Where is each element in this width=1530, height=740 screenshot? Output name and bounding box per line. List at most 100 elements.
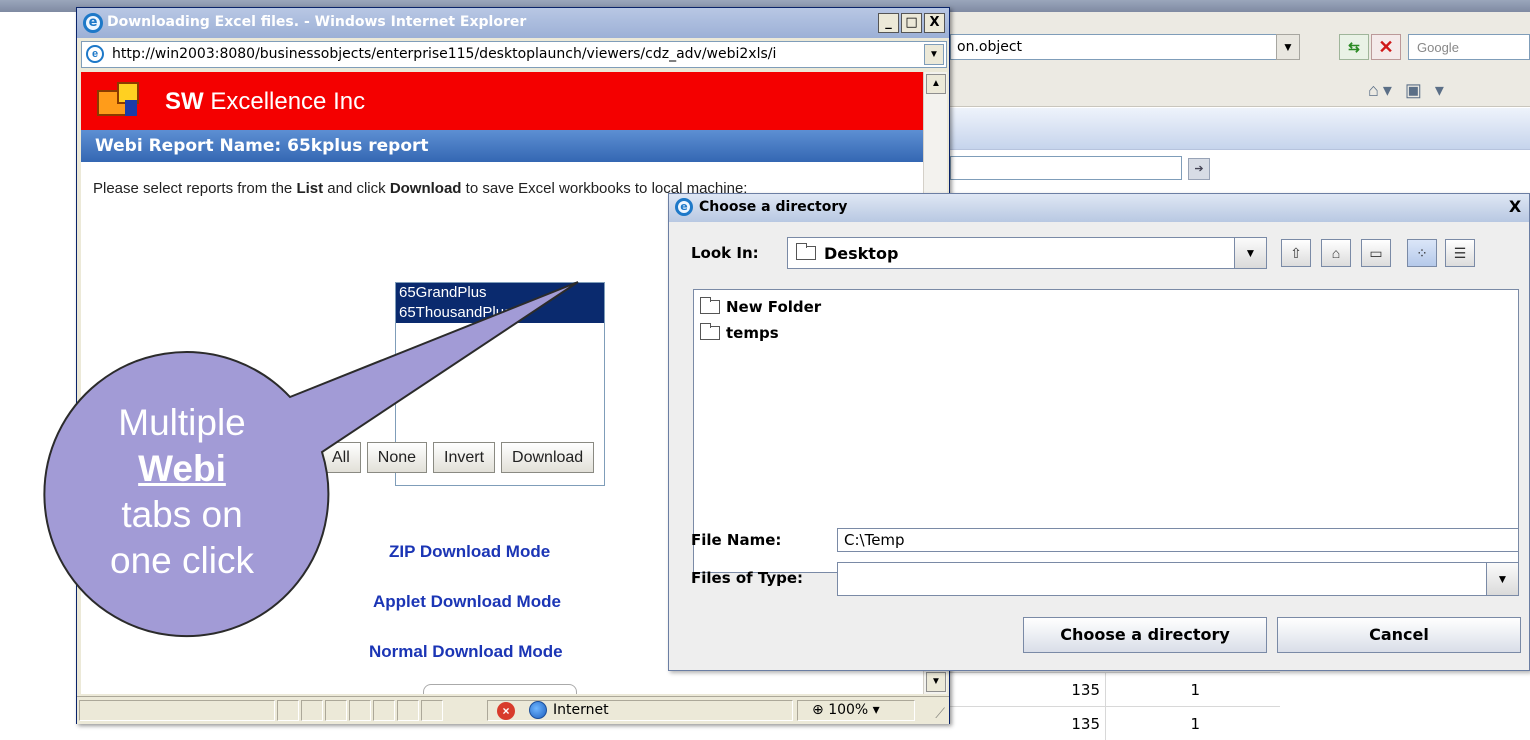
folder-name: temps [726, 324, 779, 342]
look-in-value: Desktop [824, 244, 899, 263]
close-button[interactable]: X [924, 13, 945, 33]
choose-directory-button[interactable]: Choose a directory [1023, 617, 1267, 653]
home-button[interactable]: ⌂ [1321, 239, 1351, 267]
resize-grip-icon[interactable]: ⟋ [935, 705, 945, 722]
zoom-dropdown-icon[interactable]: ▾ [873, 702, 880, 718]
folder-icon [700, 297, 720, 314]
home-icon[interactable]: ⌂ [1368, 80, 1383, 100]
table-cell: 1 [1190, 681, 1200, 699]
feeds-icon[interactable]: ▾ ▣ ▾ [1383, 80, 1448, 100]
zip-download-mode-link[interactable]: ZIP Download Mode [389, 542, 550, 562]
list-item[interactable]: 65ThousandPlus [396, 303, 604, 323]
scroll-down-icon[interactable]: ▼ [926, 672, 946, 692]
instructions-part2: and click [323, 180, 390, 197]
select-none-button[interactable]: None [366, 442, 428, 473]
go-arrow-icon[interactable]: ➔ [1188, 158, 1210, 180]
up-folder-icon: ⇧ [1290, 245, 1302, 261]
address-dropdown-button[interactable]: ▼ [1276, 34, 1300, 60]
refresh-icon[interactable]: ⇆ [1339, 34, 1369, 60]
background-tab-bar [950, 108, 1530, 150]
invert-selection-button[interactable]: Invert [433, 442, 496, 473]
ie-page-icon: e [86, 45, 104, 63]
table-cell: 135 [1071, 715, 1100, 733]
new-folder-button[interactable]: ▭ [1361, 239, 1391, 267]
look-in-select[interactable]: Desktop ▼ [787, 237, 1267, 269]
file-name-field[interactable]: C:\Temp [837, 528, 1519, 552]
company-prefix: SW [165, 88, 204, 115]
status-segment [421, 700, 443, 721]
ie-logo-icon: e [675, 198, 693, 216]
folder-name: New Folder [726, 298, 822, 316]
minimize-button[interactable]: _ [878, 13, 899, 33]
security-zone[interactable]: Internet [529, 701, 609, 719]
popup-blocked-icon[interactable]: × [497, 702, 515, 720]
list-item[interactable]: 65GrandPlus [396, 283, 604, 303]
dialog-title: Choose a directory [699, 199, 848, 215]
ie-titlebar[interactable]: e Downloading Excel files. - Windows Int… [77, 8, 949, 38]
toolbar-icons[interactable]: ⌂▾ ▣ ▾ [1368, 80, 1448, 101]
choose-directory-dialog: e Choose a directory X Look In: Desktop … [668, 193, 1530, 671]
list-view-button[interactable]: ⁘ [1407, 239, 1437, 267]
details-view-icon: ☰ [1453, 245, 1467, 261]
folder-icon [700, 323, 720, 340]
ie-address-bar[interactable]: e http://win2003:8080/businessobjects/en… [81, 41, 947, 68]
up-one-level-button[interactable]: ⇧ [1281, 239, 1311, 267]
search-input[interactable]: Google [1408, 34, 1530, 60]
new-folder-icon: ▭ [1369, 245, 1383, 261]
file-name-label: File Name: [691, 531, 782, 549]
chevron-down-icon[interactable]: ▼ [1234, 238, 1266, 268]
partial-button[interactable] [423, 684, 577, 694]
search-placeholder: Google [1417, 40, 1459, 55]
download-button[interactable]: Download [501, 442, 595, 473]
background-address-text: on.object [957, 39, 1023, 55]
company-name: SW Excellence Inc [165, 88, 365, 116]
chevron-down-icon[interactable]: ▼ [1486, 563, 1518, 595]
zoom-level: 100% [828, 702, 869, 718]
background-address-field[interactable]: on.object [950, 34, 1286, 60]
zoom-control[interactable]: ⊕ 100% ▾ [812, 702, 880, 718]
files-of-type-label: Files of Type: [691, 569, 804, 587]
files-of-type-select[interactable]: ▼ [837, 562, 1519, 596]
background-text-field[interactable] [950, 156, 1182, 180]
home-icon: ⌂ [1331, 245, 1341, 261]
cancel-button[interactable]: Cancel [1277, 617, 1521, 653]
normal-download-mode-link[interactable]: Normal Download Mode [369, 642, 563, 662]
address-dropdown-icon[interactable]: ▼ [924, 44, 944, 65]
globe-icon [529, 701, 547, 719]
background-data-table: 135 1 135 1 [950, 672, 1280, 740]
report-name-bar: Webi Report Name: 65kplus report [81, 130, 923, 162]
status-segment [277, 700, 299, 721]
status-segment [325, 700, 347, 721]
list-item[interactable]: New Folder [700, 297, 822, 316]
company-suffix: Excellence Inc [203, 88, 366, 115]
dialog-titlebar[interactable]: e Choose a directory X [669, 194, 1529, 222]
status-segment [397, 700, 419, 721]
ie-window-title: Downloading Excel files. - Windows Inter… [107, 14, 527, 30]
list-item[interactable]: temps [700, 323, 779, 342]
list-view-icon: ⁘ [1416, 245, 1428, 261]
maximize-button[interactable]: □ [901, 13, 922, 33]
report-name: Webi Report Name: 65kplus report [95, 136, 429, 156]
zone-label: Internet [553, 702, 609, 718]
details-view-button[interactable]: ☰ [1445, 239, 1475, 267]
table-row: 135 1 [950, 706, 1280, 740]
ie-logo-icon: e [83, 13, 103, 33]
table-cell: 135 [1071, 681, 1100, 699]
zoom-icon: ⊕ [812, 702, 824, 718]
folder-icon [796, 243, 816, 260]
status-segment [79, 700, 275, 721]
selection-buttons: All None Invert Download [321, 442, 595, 473]
select-all-button[interactable]: All [321, 442, 361, 473]
look-in-label: Look In: [691, 244, 759, 262]
file-name-value: C:\Temp [844, 531, 905, 549]
table-cell: 1 [1190, 715, 1200, 733]
applet-download-mode-link[interactable]: Applet Download Mode [373, 592, 561, 612]
stop-icon[interactable]: ✕ [1371, 34, 1401, 60]
status-segment [301, 700, 323, 721]
scroll-up-icon[interactable]: ▲ [926, 74, 946, 94]
dialog-close-button[interactable]: X [1505, 198, 1525, 218]
window-controls: _ □ X [878, 13, 945, 33]
status-segment [373, 700, 395, 721]
instructions-list-word: List [296, 180, 324, 197]
ie-status-bar: × Internet ⊕ 100% ▾ ⟋ [77, 696, 949, 724]
